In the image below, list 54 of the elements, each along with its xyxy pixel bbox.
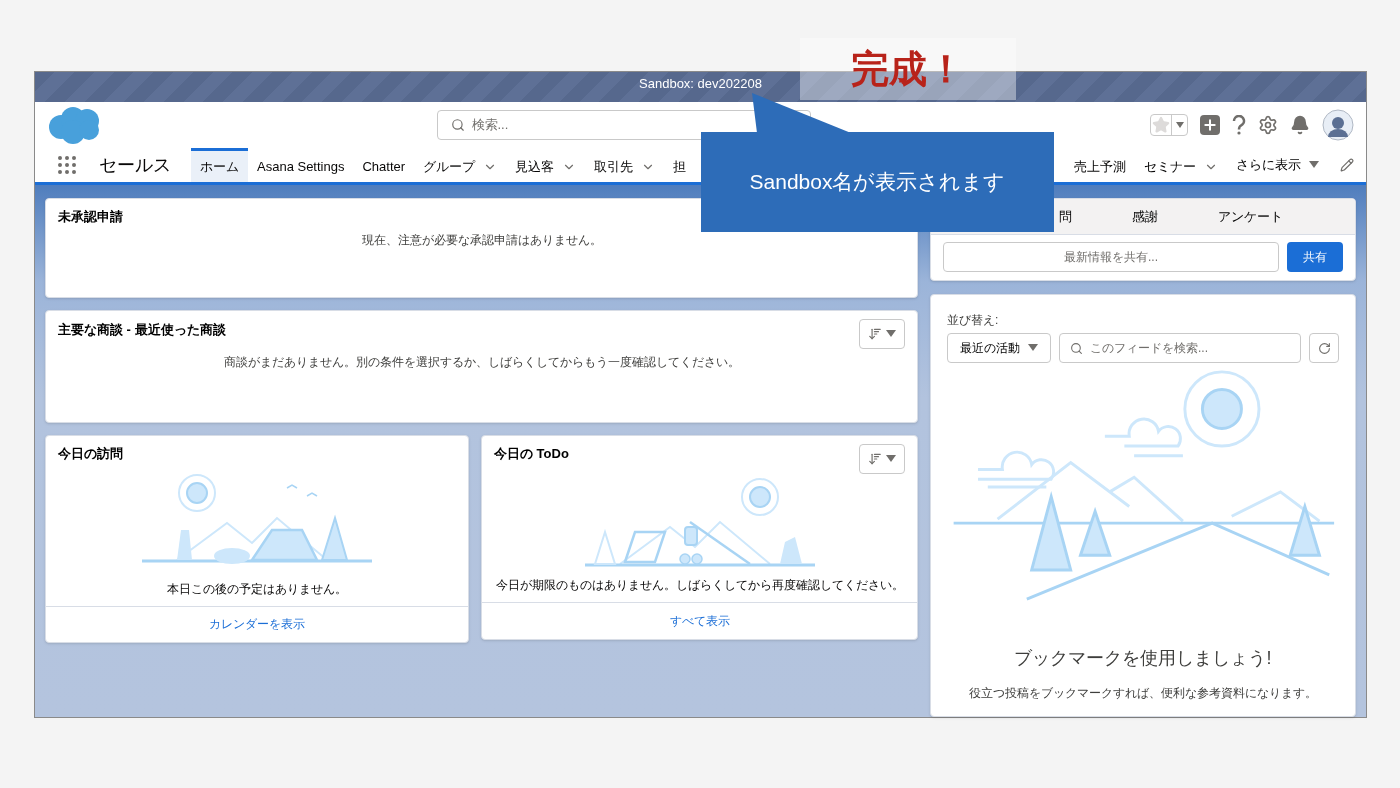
share-button[interactable]: 共有 (1287, 242, 1343, 272)
star-icon (1151, 114, 1171, 135)
empty-message: 役立つ投稿をブックマークすれば、便利な参考資料になります。 (968, 685, 1318, 702)
card-title: 未承認申請 (58, 208, 124, 226)
sort-select[interactable]: 最近の活動 (947, 333, 1051, 363)
nav-tab[interactable]: Asana Settings (248, 148, 354, 182)
caret-icon (1309, 161, 1319, 169)
search-icon (1070, 342, 1083, 355)
view-all-link[interactable]: すべて表示 (669, 612, 730, 630)
empty-message: 現在、注意が必要な承認申請はありません。 (360, 231, 603, 249)
caret-icon (886, 330, 896, 338)
nav-tab[interactable]: セミナー (1135, 148, 1227, 182)
nav-tab[interactable]: 見込客 (506, 148, 586, 182)
sort-label: 並び替え: (947, 312, 1000, 329)
card-title: 今日の ToDo (494, 445, 569, 463)
search-icon (450, 117, 465, 132)
view-calendar-link[interactable]: カレンダーを表示 (209, 615, 305, 634)
title-annotation: 完成！ (800, 38, 1016, 100)
share-field[interactable]: 最新情報を共有... (943, 242, 1279, 272)
sort-icon (868, 327, 882, 341)
empty-message: 商談がまだありません。別の条件を選択するか、しばらくしてからもう一度確認してください。 (222, 354, 741, 371)
sort-menu-button[interactable] (859, 444, 905, 474)
empty-message: 今日が期限のものはありません。しばらくしてから再度確認してください。 (494, 577, 905, 594)
publisher-tab[interactable]: アンケート (1218, 206, 1283, 227)
card-title: 今日の訪問 (57, 445, 124, 463)
publisher-tab[interactable]: 感謝 (1132, 206, 1158, 227)
feed-search-field[interactable]: このフィードを検索... (1059, 333, 1301, 363)
nav-tab[interactable]: 担 (664, 148, 696, 182)
nav-tab[interactable]: 取引先 (585, 148, 665, 182)
edit-icon[interactable] (1340, 158, 1354, 172)
nav-tab[interactable]: 売上予測 (1065, 148, 1135, 182)
app-launcher-icon[interactable] (55, 153, 79, 177)
nav-tab[interactable]: Chatter (353, 148, 415, 182)
nav-tab[interactable]: ホーム (191, 148, 248, 182)
favorites-button[interactable] (1150, 113, 1188, 136)
settings-icon[interactable] (1258, 114, 1278, 135)
add-icon[interactable] (1200, 114, 1220, 135)
refresh-icon (1317, 341, 1331, 355)
empty-message: 本日この後の予定はありません。 (166, 580, 348, 598)
help-icon[interactable] (1232, 114, 1246, 135)
sort-icon (868, 452, 882, 466)
nav-tab[interactable]: グループ (414, 148, 507, 182)
caret-icon (886, 455, 896, 463)
bell-icon[interactable] (1290, 114, 1310, 135)
app-name: セールス (99, 153, 171, 177)
publisher-tab[interactable]: 問 (1059, 206, 1072, 227)
sort-menu-button[interactable] (859, 319, 905, 349)
card-title: 主要な商談 - 最近使った商談 (58, 321, 226, 339)
empty-title: ブックマークを使用しましょう! (1013, 647, 1273, 670)
caret-icon (1028, 344, 1038, 352)
refresh-button[interactable] (1309, 333, 1339, 363)
more-tab[interactable]: さらに表示 (1227, 155, 1328, 175)
avatar[interactable] (1322, 108, 1354, 141)
caret-icon (1175, 121, 1184, 128)
